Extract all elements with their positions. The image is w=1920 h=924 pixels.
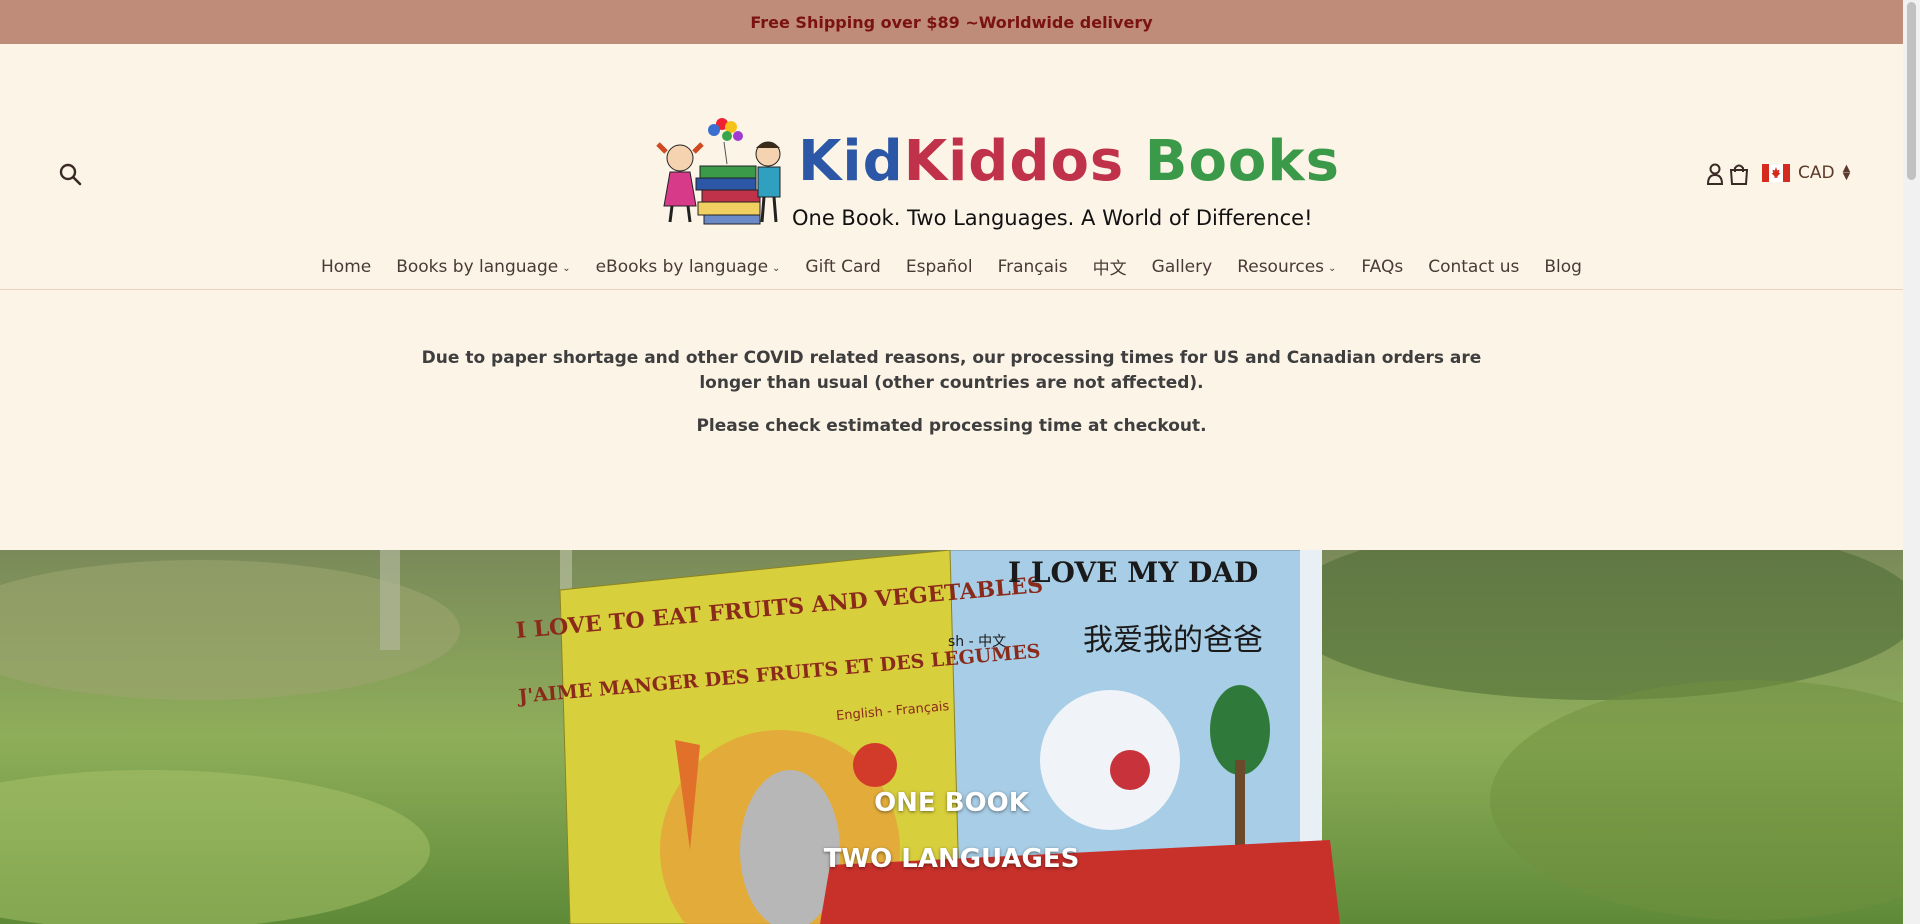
nav-item-blog[interactable]: Blog: [1544, 254, 1582, 279]
account-icon[interactable]: [1706, 163, 1724, 185]
nav-item-francais[interactable]: Français: [998, 254, 1068, 279]
chevron-down-icon: ⌄: [1328, 262, 1337, 274]
nav-item-label: FAQs: [1361, 256, 1404, 277]
logo-title-books: Books: [1144, 129, 1340, 194]
nav-item-contact-us[interactable]: Contact us: [1428, 254, 1519, 279]
nav-item-espanol[interactable]: Español: [906, 254, 973, 279]
canada-flag-icon: [1762, 164, 1790, 182]
hero-heading-two-languages: TWO LANGUAGES: [823, 844, 1080, 874]
nav-item-home[interactable]: Home: [321, 254, 371, 279]
search-icon[interactable]: [58, 162, 82, 186]
hero-heading-one-book: ONE BOOK: [874, 788, 1029, 818]
nav-item-gift-card[interactable]: Gift Card: [805, 254, 880, 279]
scrollbar-thumb[interactable]: [1907, 2, 1916, 180]
logo-title-kiddos: Kiddos: [903, 129, 1125, 194]
nav-item-faqs[interactable]: FAQs: [1361, 254, 1403, 279]
book1-lang: English - Français: [836, 699, 951, 724]
book2-title: I LOVE MY DAD: [1008, 556, 1258, 589]
kids-with-books-logo-icon: [656, 118, 781, 225]
book2-chinese: 我爱我的爸爸: [1083, 623, 1263, 658]
main-nav: Home Books by language ⌄ eBooks by langua…: [0, 254, 1903, 280]
nav-item-label: Books by language: [396, 256, 559, 277]
nav-item-label: eBooks by language: [595, 256, 769, 277]
announcement-text[interactable]: Free Shipping over $89 ~Worldwide delive…: [750, 13, 1152, 32]
nav-item-label: Français: [997, 256, 1068, 277]
notice-text: Due to paper shortage and other COVID re…: [421, 348, 1482, 393]
nav-item-label: Home: [321, 256, 372, 277]
page-scrollbar[interactable]: [1903, 0, 1920, 924]
announcement-bar: Free Shipping over $89 ~Worldwide delive…: [0, 0, 1903, 44]
currency-selector[interactable]: CAD ▲ ▼: [1762, 163, 1850, 183]
nav-item-label: Gallery: [1151, 256, 1213, 277]
logo-tagline: One Book. Two Languages. A World of Diff…: [792, 206, 1313, 230]
nav-item-label: Gift Card: [805, 256, 881, 277]
nav-item-chinese[interactable]: 中文: [1093, 254, 1127, 279]
chevron-down-icon: ⌄: [562, 262, 571, 274]
nav-item-label: Español: [905, 256, 973, 277]
nav-item-label: 中文: [1092, 259, 1127, 279]
cart-icon[interactable]: [1728, 163, 1750, 185]
nav-item-resources[interactable]: Resources ⌄: [1237, 254, 1336, 279]
site-logo[interactable]: KidKiddos Books One Book. Two Languages.…: [652, 114, 1339, 234]
chevron-down-icon: ⌄: [772, 262, 781, 274]
book2-lang: sh - 中文: [948, 634, 1006, 650]
page: Free Shipping over $89 ~Worldwide delive…: [0, 0, 1903, 924]
logo-title-kid: Kid: [798, 129, 904, 194]
currency-label: CAD: [1798, 163, 1835, 183]
notice-subtext: Please check estimated processing time a…: [696, 416, 1207, 436]
chevron-updown-icon: ▲ ▼: [1842, 163, 1851, 182]
book1-subtitle: J'AIME MANGER DES FRUITS ET DES LEGUMES: [516, 640, 1042, 708]
nav-item-label: Blog: [1544, 256, 1582, 277]
covid-notice: Due to paper shortage and other COVID re…: [0, 290, 1903, 552]
logo-title: KidKiddos Books: [798, 134, 1340, 190]
site-header: KidKiddos Books One Book. Two Languages.…: [0, 44, 1903, 290]
nav-item-label: Resources: [1237, 256, 1325, 277]
nav-item-books-by-language[interactable]: Books by language ⌄: [396, 254, 570, 279]
nav-item-gallery[interactable]: Gallery: [1152, 254, 1213, 279]
nav-item-label: Contact us: [1428, 256, 1520, 277]
nav-item-ebooks-by-language[interactable]: eBooks by language ⌄: [596, 254, 781, 279]
hero-banner: I LOVE TO EAT FRUITS AND VEGETABLES J'AI…: [0, 550, 1903, 924]
